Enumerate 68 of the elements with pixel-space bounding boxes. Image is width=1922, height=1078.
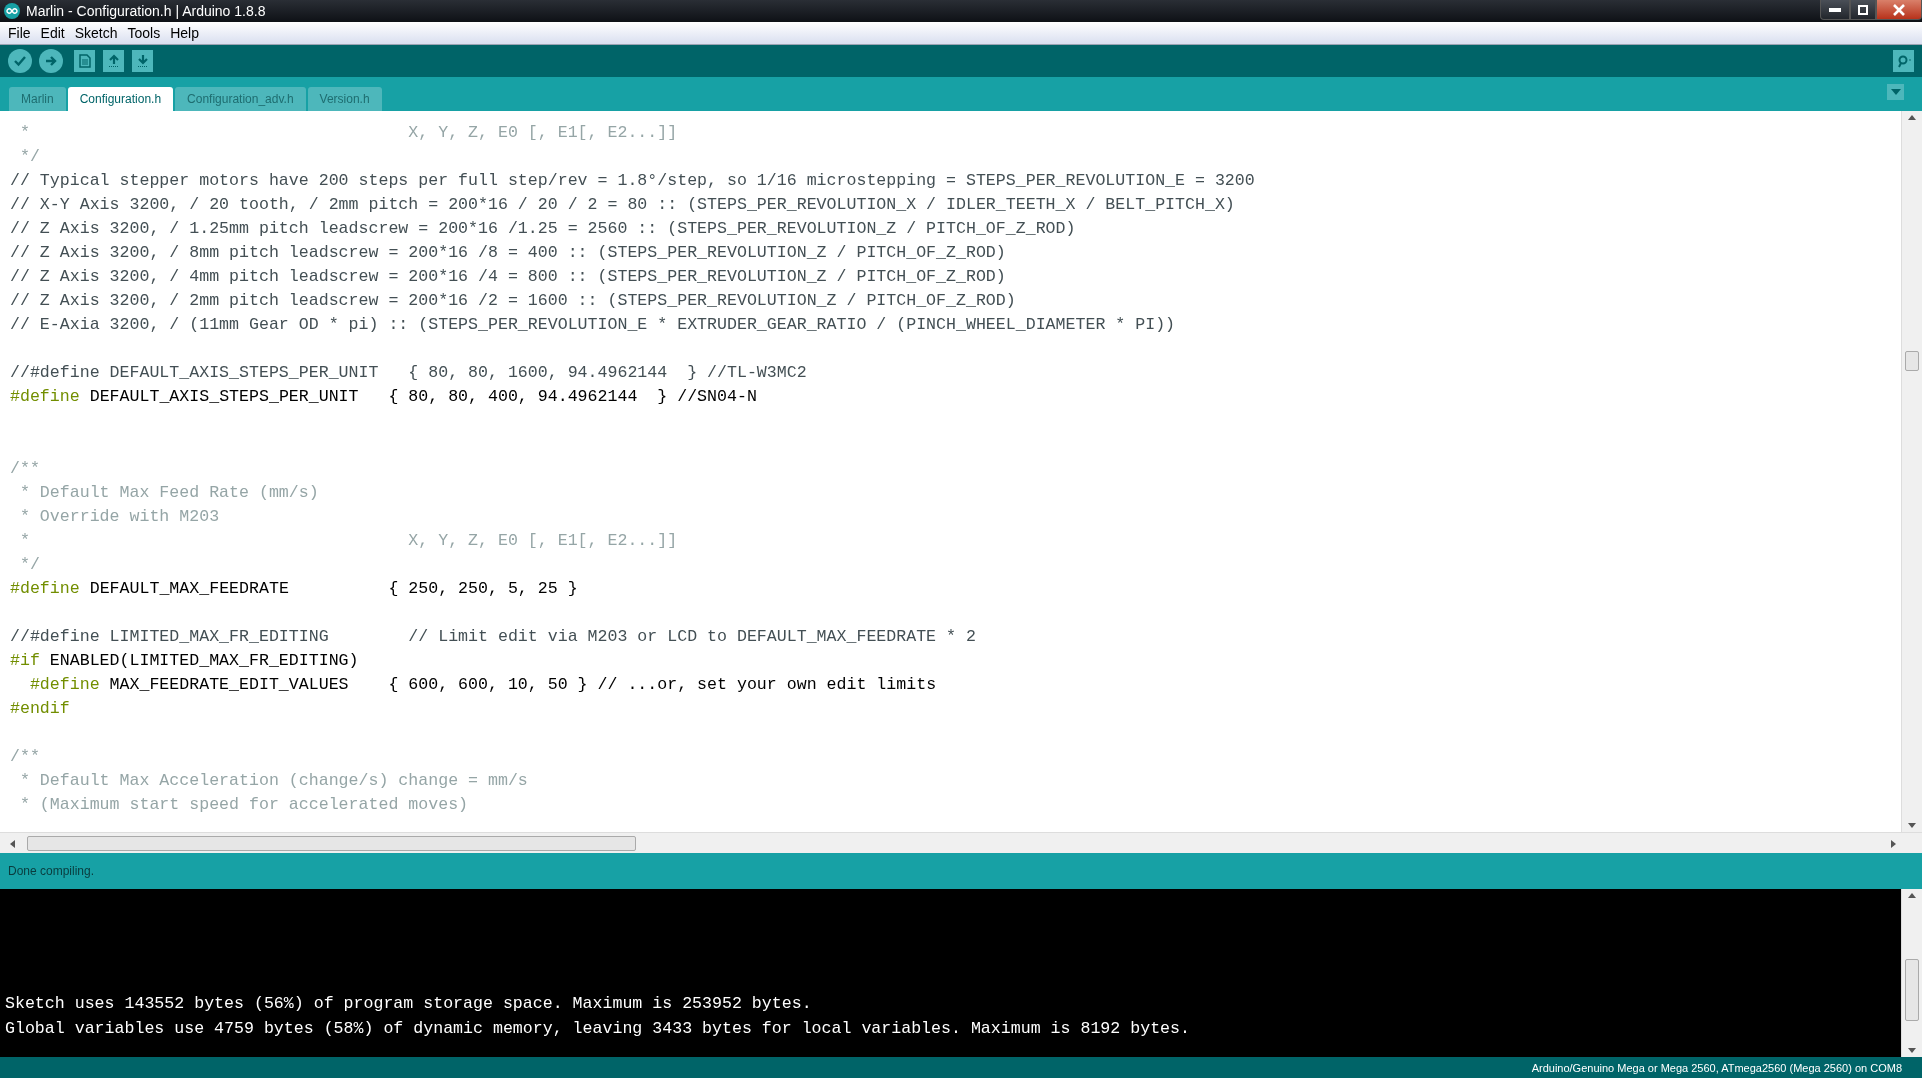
code-comment: /** [10, 458, 41, 480]
close-button[interactable] [1876, 0, 1922, 20]
scrollbar-thumb[interactable] [27, 836, 636, 851]
close-icon [1893, 3, 1905, 16]
code-comment: * X, Y, Z, E0 [, E1[, E2...]] [18, 122, 679, 144]
scrollbar-thumb[interactable] [1905, 351, 1919, 371]
code-comment: // Z Axis 3200, / 4mm pitch leadscrew = 200*16 /4 = 800 :: (STEPS_PER_REVOLUTION_Z / PITCH_OF_Z_ROD) [10, 266, 1007, 288]
new-sketch-button[interactable] [74, 50, 95, 72]
menu-item[interactable]: Tools [123, 25, 165, 41]
menu-item[interactable]: File [4, 25, 35, 41]
console-scrollbar[interactable] [1901, 889, 1922, 1057]
down-arrow-icon [136, 54, 149, 68]
console-line: Global variables use 4759 bytes (58%) of dynamic memory, leaving 3433 bytes for local variables. Maximum is 8192 bytes. [5, 1018, 1191, 1040]
menu-item[interactable]: Sketch [70, 25, 122, 41]
code-line: #endif [10, 698, 71, 720]
tab-menu-button[interactable] [1887, 83, 1904, 100]
infinity-logo-icon [4, 3, 20, 19]
code-comment: */ [18, 146, 41, 168]
code-comment: // Z Axis 3200, / 2mm pitch leadscrew = 200*16 /2 = 1600 :: (STEPS_PER_REVOLUTION_Z / PITCH_OF_Z_ROD) [10, 290, 1017, 312]
up-arrow-icon [107, 54, 120, 68]
minimize-icon [1829, 7, 1841, 12]
vertical-scrollbar[interactable] [1901, 111, 1922, 832]
verify-button[interactable] [8, 49, 32, 73]
scrollbar-thumb[interactable] [1905, 959, 1919, 1021]
code-comment: * Override with M203 [18, 506, 221, 528]
up-arrow-icon[interactable] [1908, 893, 1916, 898]
code-comment: // X-Y Axis 3200, / 20 tooth, / 2mm pitch = 200*16 / 20 / 2 = 80 :: (STEPS_PER_REVOLUTION_X / IDLER_TEETH_X / BELT_PITCH_X) [10, 194, 1236, 216]
code-comment: //#define DEFAULT_AXIS_STEPS_PER_UNIT { 80, 80, 1600, 94.4962144 } //TL-W3MC2 [10, 362, 808, 384]
status-message: Done compiling. [8, 864, 95, 878]
code-comment: */ [18, 554, 41, 576]
code-comment: //#define LIMITED_MAX_FR_EDITING // Limit edit via M203 or LCD to DEFAULT_MAX_FEEDRATE * 2 [10, 626, 977, 648]
magnifier-icon [1895, 54, 1912, 68]
code-comment: // Typical stepper motors have 200 steps per full step/rev = 1.8°/step, so 1/16 microstepping = STEPS_PER_REVOLUTION_E = 3200 [10, 170, 1256, 192]
code-comment: * Default Max Feed Rate (mm/s) [18, 482, 320, 504]
code-line: #define DEFAULT_AXIS_STEPS_PER_UNIT { 80, 80, 400, 94.4962144 } //SN04-N [10, 386, 758, 408]
horizontal-scrollbar[interactable] [0, 832, 1922, 853]
window-title: Marlin - Configuration.h | Arduino 1.8.8 [26, 3, 266, 19]
serial-monitor-button[interactable] [1893, 50, 1914, 72]
open-button[interactable] [103, 50, 124, 72]
right-arrow-icon[interactable] [1891, 840, 1896, 848]
board-status: Arduino/Genuino Mega or Mega 2560, ATmega2560 (Mega 2560) on COM8 [1531, 1061, 1902, 1074]
maximize-button[interactable] [1850, 0, 1876, 20]
down-arrow-icon[interactable] [1908, 1048, 1916, 1053]
code-comment: * Default Max Acceleration (change/s) change = mm/s [18, 770, 529, 792]
checkmark-icon [13, 54, 27, 68]
menu-item[interactable]: Help [166, 25, 203, 41]
upload-button[interactable] [39, 49, 63, 73]
document-icon [78, 54, 91, 68]
code-line: #define DEFAULT_MAX_FEEDRATE { 250, 250, 5, 25 } [10, 578, 579, 600]
code-comment: // E-Axia 3200, / (11mm Gear OD * pi) :: (STEPS_PER_REVOLUTION_E * EXTRUDER_GEAR_RATIO / (PINCH_WHEEL_DIAMETER * PI)) [10, 314, 1177, 336]
save-button[interactable] [132, 50, 153, 72]
code-comment: * (Maximum start speed for accelerated moves) [18, 794, 470, 816]
left-arrow-icon[interactable] [10, 840, 15, 848]
up-arrow-icon[interactable] [1908, 115, 1916, 120]
code-line: #define MAX_FEEDRATE_EDIT_VALUES { 600, 600, 10, 50 } // ...or, set your own edit limits [28, 674, 938, 696]
code-comment: // Z Axis 3200, / 1.25mm pitch leadscrew = 200*16 /1.25 = 2560 :: (STEPS_PER_REVOLUTION_Z / PITCH_OF_Z_ROD) [10, 218, 1077, 240]
minimize-button[interactable] [1820, 0, 1850, 20]
right-arrow-icon [44, 54, 58, 68]
down-arrow-icon[interactable] [1908, 823, 1916, 828]
code-line: #if ENABLED(LIMITED_MAX_FR_EDITING) [10, 650, 360, 672]
menu-item[interactable]: Edit [36, 25, 69, 41]
code-comment: * X, Y, Z, E0 [, E1[, E2...]] [18, 530, 679, 552]
console-line: Sketch uses 143552 bytes (56%) of program storage space. Maximum is 253952 bytes. [5, 993, 813, 1015]
caret-icon [1890, 88, 1901, 95]
code-comment: // Z Axis 3200, / 8mm pitch leadscrew = 200*16 /8 = 400 :: (STEPS_PER_REVOLUTION_Z / PITCH_OF_Z_ROD) [10, 242, 1007, 264]
code-comment: /** [10, 746, 41, 768]
file-tab[interactable]: Configuration.h [67, 87, 174, 111]
maximize-icon [1858, 4, 1868, 15]
